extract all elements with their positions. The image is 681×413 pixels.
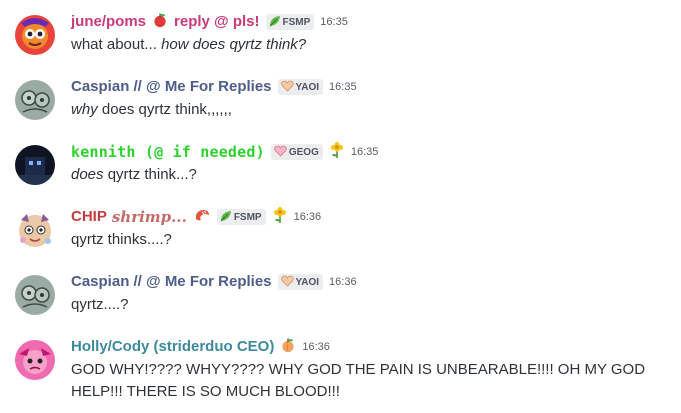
message-text: what about... how does qyrtz think? — [71, 34, 661, 56]
author-name[interactable]: CHIP — [71, 207, 107, 227]
message-kennith: kennith (@ if needed) GEOG 16:35 does qy… — [0, 141, 681, 202]
role-tag[interactable]: YAOI — [277, 79, 324, 95]
message-text: does qyrtz think...? — [71, 164, 661, 186]
avatar[interactable] — [15, 15, 55, 55]
peach-heart-icon — [280, 275, 294, 290]
avatar[interactable] — [15, 210, 55, 250]
author-name[interactable]: Caspian // @ Me For Replies — [71, 77, 272, 97]
timestamp: 16:36 — [293, 211, 322, 223]
text-plain: qyrtz thinks....? — [71, 231, 172, 248]
text-plain: does qyrtz think,,,,,, — [97, 101, 232, 118]
message-text: qyrtz....? — [71, 294, 661, 316]
avatar[interactable] — [15, 275, 55, 315]
author-name[interactable]: Caspian // @ Me For Replies — [71, 272, 272, 292]
shrimp-icon — [193, 207, 211, 228]
message-june: june/poms reply @ pls! FSMP 16:35 what a… — [0, 12, 681, 72]
author-extra[interactable]: reply @ pls! — [174, 12, 259, 32]
text-italic: does — [71, 166, 104, 183]
tag-label: GEOG — [288, 146, 319, 158]
flower-icon — [329, 141, 345, 164]
message-caspian-1: Caspian // @ Me For Replies YAOI 16:35 w… — [0, 77, 681, 137]
tag-label: FSMP — [282, 16, 311, 28]
author-name[interactable]: june/poms — [71, 12, 146, 32]
pink-heart-icon — [274, 145, 287, 160]
timestamp: 16:35 — [350, 146, 379, 158]
message-text: why does qyrtz think,,,,,, — [71, 99, 661, 121]
role-tag[interactable]: GEOG — [270, 144, 323, 160]
apple-icon — [152, 12, 168, 33]
role-tag[interactable]: YAOI — [277, 274, 324, 290]
text-plain: GOD WHY!???? WHYY???? WHY GOD THE PAIN I… — [71, 361, 646, 400]
tag-label: FSMP — [233, 211, 262, 223]
message-caspian-2: Caspian // @ Me For Replies YAOI 16:36 q… — [0, 272, 681, 332]
role-tag[interactable]: FSMP — [265, 14, 315, 30]
avatar[interactable] — [15, 145, 55, 185]
timestamp: 16:35 — [320, 16, 348, 28]
text-plain: qyrtz....? — [71, 296, 129, 313]
leaf-icon — [269, 15, 281, 30]
text-italic: why — [71, 101, 98, 118]
flower-icon — [272, 206, 288, 229]
text-italic: how does qyrtz think? — [161, 36, 307, 53]
message-holly: Holly/Cody (striderduo CEO) 16:36 GOD WH… — [0, 337, 681, 407]
peach-heart-icon — [280, 80, 294, 95]
role-tag[interactable]: FSMP — [216, 209, 266, 225]
text-plain: qyrtz think...? — [103, 166, 197, 183]
author-name[interactable]: kennith (@ if needed) — [71, 142, 265, 162]
author-extra[interactable]: shrimp... — [112, 207, 187, 227]
timestamp: 16:35 — [329, 81, 357, 93]
text-plain: what about... — [71, 36, 162, 53]
avatar[interactable] — [15, 340, 55, 380]
message-chip: CHIP shrimp... FSMP 16:36 qyrtz thinks..… — [0, 206, 681, 267]
tag-label: YAOI — [295, 276, 320, 288]
message-text: qyrtz thinks....? — [71, 229, 661, 251]
timestamp: 16:36 — [302, 341, 330, 353]
peach-icon — [280, 337, 296, 358]
timestamp: 16:36 — [329, 276, 357, 288]
tag-label: YAOI — [295, 81, 320, 93]
message-text: GOD WHY!???? WHYY???? WHY GOD THE PAIN I… — [71, 359, 661, 403]
leaf-icon — [220, 210, 232, 225]
avatar[interactable] — [15, 80, 55, 120]
author-name[interactable]: Holly/Cody (striderduo CEO) — [71, 337, 274, 357]
